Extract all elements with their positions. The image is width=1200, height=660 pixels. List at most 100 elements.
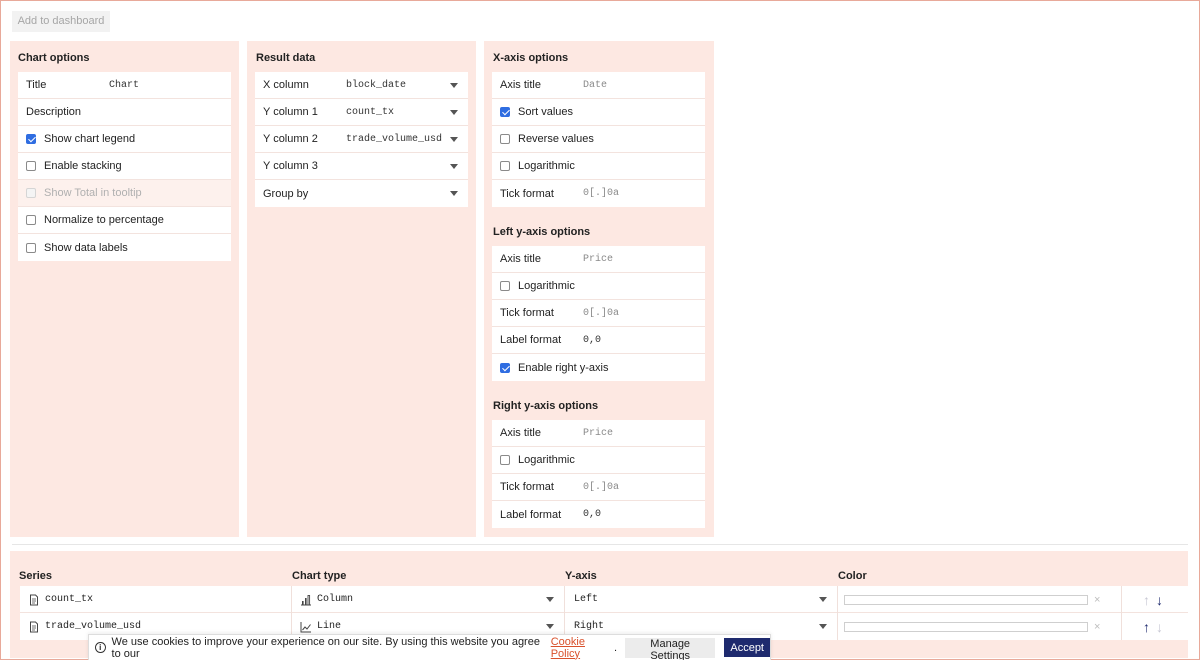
y-axis-select[interactable]: Left <box>565 586 838 613</box>
order-cell: ↑ ↓ <box>1122 586 1188 613</box>
right-y-logarithmic-checkbox[interactable] <box>500 455 510 465</box>
y-column-2-label: Y column 2 <box>263 133 318 145</box>
line-chart-icon <box>300 621 311 632</box>
reverse-values-checkbox[interactable] <box>500 134 510 144</box>
left-y-axis-options-list: Axis title Price Logarithmic Tick format… <box>492 246 705 381</box>
cookie-period: . <box>613 641 618 654</box>
left-y-logarithmic-row[interactable]: Logarithmic <box>492 273 705 300</box>
right-y-label-format-row: Label format 0,0 <box>492 501 705 528</box>
arrow-down-icon[interactable]: ↓ <box>1156 593 1163 607</box>
normalize-percentage-checkbox[interactable] <box>26 215 36 225</box>
add-to-dashboard-button[interactable]: Add to dashboard <box>12 11 110 32</box>
x-logarithmic-label: Logarithmic <box>518 160 575 172</box>
left-y-logarithmic-checkbox[interactable] <box>500 281 510 291</box>
x-tick-format-input[interactable]: 0[.]0a <box>583 188 619 199</box>
y-column-1-label: Y column 1 <box>263 106 318 118</box>
x-logarithmic-checkbox[interactable] <box>500 161 510 171</box>
color-cell: × <box>838 613 1122 640</box>
color-input[interactable] <box>844 621 1088 632</box>
chart-type-value: Column <box>317 594 354 605</box>
show-total-tooltip-label: Show Total in tooltip <box>44 187 142 199</box>
left-y-label-format-row: Label format 0,0 <box>492 327 705 354</box>
chart-type-header: Chart type <box>292 570 347 582</box>
x-axis-title-input[interactable]: Date <box>583 80 607 91</box>
show-data-labels-row[interactable]: Show data labels <box>18 234 231 261</box>
show-total-tooltip-checkbox <box>26 188 36 198</box>
description-label: Description <box>26 106 82 118</box>
enable-right-y-axis-checkbox[interactable] <box>500 362 510 373</box>
axis-options-panel: X-axis options Axis title Date Sort valu… <box>484 41 714 537</box>
normalize-percentage-row[interactable]: Normalize to percentage <box>18 207 231 234</box>
x-tick-format-row: Tick format 0[.]0a <box>492 180 705 207</box>
right-y-tick-format-input[interactable]: 0[.]0a <box>583 482 619 493</box>
left-y-label-format-input[interactable]: 0,0 <box>583 335 601 346</box>
x-column-label: X column <box>263 79 309 91</box>
left-y-axis-title-row: Axis title Price <box>492 246 705 273</box>
y-axis-value: Left <box>574 594 599 605</box>
enable-stacking-label: Enable stacking <box>44 160 122 172</box>
arrow-up-icon[interactable]: ↑ <box>1143 620 1150 634</box>
x-axis-options-title: X-axis options <box>493 52 569 64</box>
chevron-down-icon <box>450 164 458 169</box>
column-chart-icon <box>301 594 311 605</box>
right-y-axis-title-input[interactable]: Price <box>583 428 613 439</box>
show-data-labels-label: Show data labels <box>44 241 128 254</box>
sort-values-row[interactable]: Sort values <box>492 99 705 126</box>
show-data-labels-checkbox[interactable] <box>26 242 36 253</box>
x-axis-options-list: Axis title Date Sort values Reverse valu… <box>492 72 705 207</box>
x-logarithmic-row[interactable]: Logarithmic <box>492 153 705 180</box>
enable-stacking-checkbox[interactable] <box>26 161 36 171</box>
group-by-label: Group by <box>263 187 309 200</box>
show-chart-legend-checkbox[interactable] <box>26 134 36 144</box>
left-y-axis-options-title: Left y-axis options <box>493 226 591 238</box>
table-row: count_tx Column Left × ↑ ↓ <box>20 586 1188 613</box>
description-row[interactable]: Description <box>18 99 231 126</box>
chart-options-list: Title Chart Description Show chart legen… <box>18 72 231 261</box>
manage-settings-button[interactable]: Manage Settings <box>625 637 716 660</box>
chevron-down-icon <box>819 597 827 602</box>
show-chart-legend-row[interactable]: Show chart legend <box>18 126 231 153</box>
chart-type-value: Line <box>317 621 342 632</box>
right-y-label-format-input[interactable]: 0,0 <box>583 509 601 520</box>
result-data-title: Result data <box>256 52 316 64</box>
color-input[interactable] <box>844 594 1088 605</box>
chevron-down-icon <box>546 624 554 629</box>
clear-icon[interactable]: × <box>1094 621 1100 633</box>
sort-values-label: Sort values <box>518 106 574 118</box>
enable-stacking-row[interactable]: Enable stacking <box>18 153 231 180</box>
reverse-values-row[interactable]: Reverse values <box>492 126 705 153</box>
enable-right-y-axis-row[interactable]: Enable right y-axis <box>492 354 705 381</box>
right-y-axis-title-label: Axis title <box>500 427 541 439</box>
title-row: Title Chart <box>18 72 231 99</box>
reverse-values-label: Reverse values <box>518 133 594 145</box>
order-cell: ↑ ↓ <box>1122 613 1188 640</box>
right-y-logarithmic-row[interactable]: Logarithmic <box>492 447 705 474</box>
x-column-select[interactable]: X column block_date <box>255 72 468 99</box>
chart-options-panel: Chart options Title Chart Description Sh… <box>10 41 239 537</box>
chart-type-select[interactable]: Column <box>292 586 565 613</box>
cookie-policy-link[interactable]: Cookie Policy <box>551 636 614 660</box>
cookie-banner: i We use cookies to improve your experie… <box>88 634 771 660</box>
y-column-3-select[interactable]: Y column 3 <box>255 153 468 180</box>
series-header: Series <box>19 570 53 582</box>
left-y-tick-format-input[interactable]: 0[.]0a <box>583 308 619 319</box>
sort-values-checkbox[interactable] <box>500 107 510 117</box>
result-data-panel: Result data X column block_date Y column… <box>247 41 476 537</box>
chevron-down-icon <box>450 137 458 142</box>
y-column-2-select[interactable]: Y column 2 trade_volume_usd <box>255 126 468 153</box>
document-icon <box>30 621 38 632</box>
group-by-select[interactable]: Group by <box>255 180 468 207</box>
left-y-axis-title-input[interactable]: Price <box>583 254 613 265</box>
color-cell: × <box>838 586 1122 613</box>
clear-icon[interactable]: × <box>1094 594 1100 606</box>
title-input[interactable]: Chart <box>109 80 139 91</box>
right-y-label-format-label: Label format <box>500 508 562 521</box>
x-tick-format-label: Tick format <box>500 187 554 200</box>
left-y-tick-format-label: Tick format <box>500 307 554 319</box>
y-axis-header: Y-axis <box>565 570 597 582</box>
chevron-down-icon <box>450 83 458 88</box>
right-y-logarithmic-label: Logarithmic <box>518 454 575 466</box>
right-y-tick-format-label: Tick format <box>500 481 554 493</box>
accept-button[interactable]: Accept <box>724 638 770 657</box>
y-column-1-select[interactable]: Y column 1 count_tx <box>255 99 468 126</box>
